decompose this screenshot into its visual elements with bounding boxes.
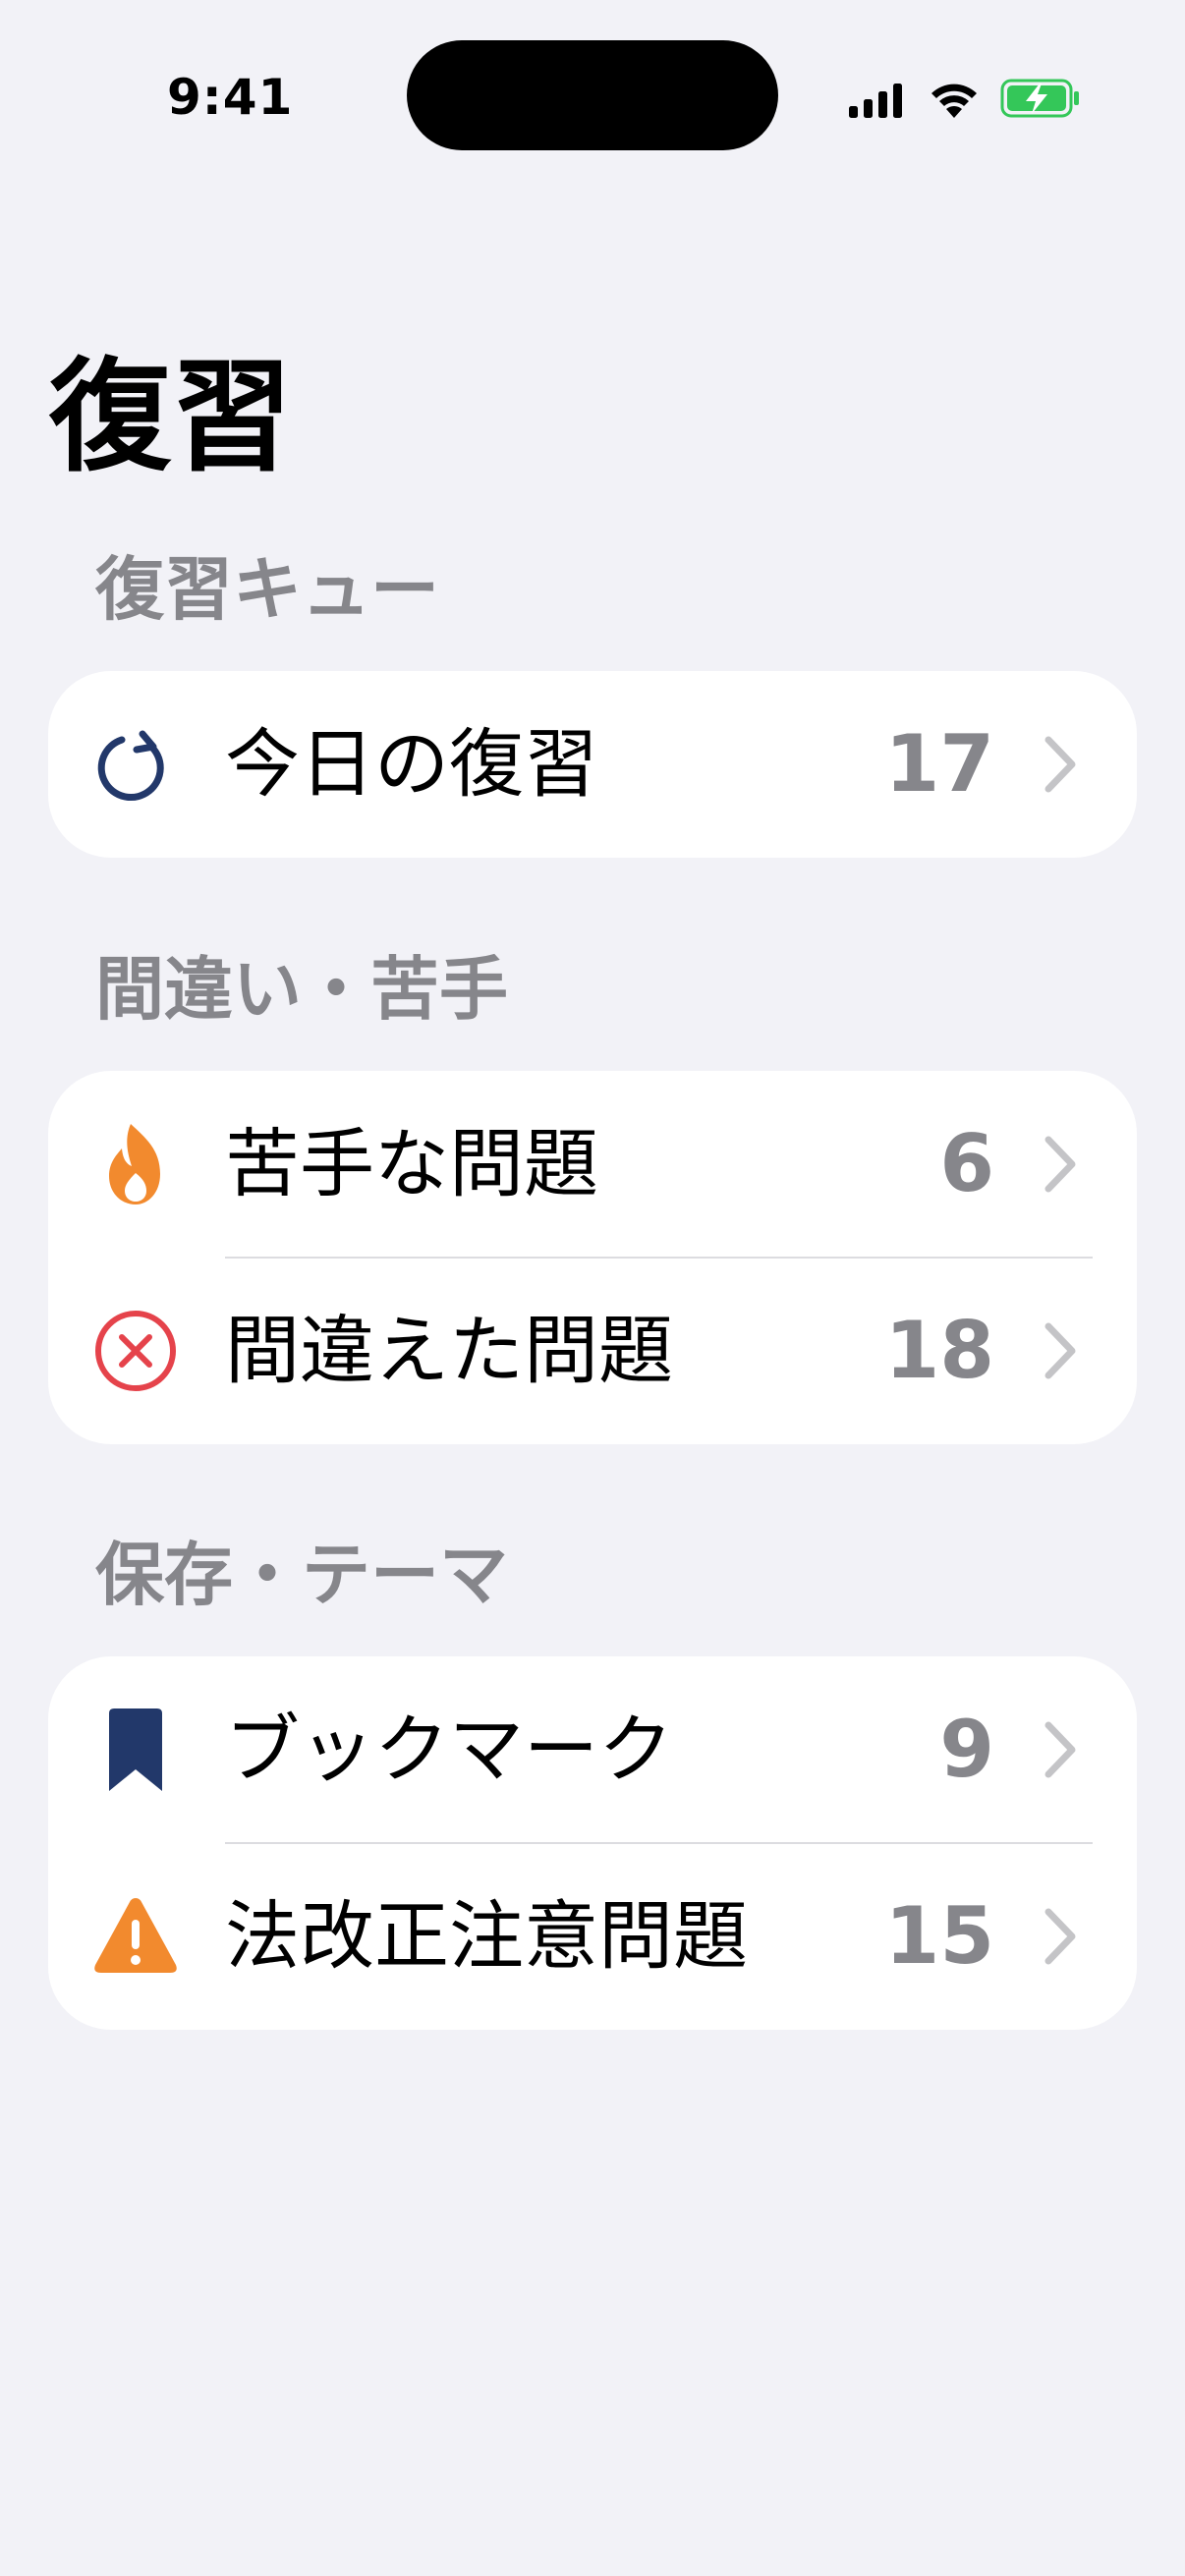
row-weak-questions[interactable]: 苦手な問題 6 — [48, 1071, 1137, 1258]
flame-icon — [109, 1124, 160, 1204]
chevron-right-icon — [1044, 736, 1076, 793]
row-label: 間違えた問題 — [225, 1307, 673, 1394]
refresh-icon — [97, 730, 164, 802]
battery-charging-icon — [1000, 79, 1079, 118]
bookmark-icon — [109, 1708, 162, 1791]
chevron-right-icon — [1044, 1908, 1076, 1965]
row-wrong-questions[interactable]: 間違えた問題 18 — [48, 1258, 1137, 1444]
wifi-icon — [931, 84, 977, 118]
row-count: 15 — [884, 1890, 994, 1982]
status-bar: 9:41 — [0, 0, 1185, 150]
row-count: 9 — [939, 1704, 994, 1795]
row-label: 今日の復習 — [225, 720, 598, 808]
x-circle-icon — [95, 1311, 176, 1391]
row-label: 苦手な問題 — [225, 1120, 598, 1207]
row-todays-review[interactable]: 今日の復習 17 — [48, 671, 1137, 858]
review-queue-card: 今日の復習 17 — [48, 671, 1137, 858]
chevron-right-icon — [1044, 1136, 1076, 1193]
row-label: ブックマーク — [225, 1706, 673, 1793]
section-header-mistakes: 間違い・苦手 — [95, 949, 508, 1030]
row-law-amendment[interactable]: 法改正注意問題 15 — [48, 1843, 1137, 2030]
row-count: 17 — [884, 718, 994, 810]
row-label: 法改正注意問題 — [225, 1892, 748, 1980]
chevron-right-icon — [1044, 1721, 1076, 1778]
section-header-saved-themes: 保存・テーマ — [95, 1535, 508, 1615]
mistakes-card: 苦手な問題 6 間違えた問題 18 — [48, 1071, 1137, 1444]
cellular-signal-icon — [849, 84, 902, 118]
row-count: 6 — [939, 1118, 994, 1209]
dynamic-island — [407, 40, 778, 150]
warning-icon — [94, 1898, 177, 1973]
row-count: 18 — [884, 1305, 994, 1396]
row-bookmarks[interactable]: ブックマーク 9 — [48, 1656, 1137, 1843]
chevron-right-icon — [1044, 1322, 1076, 1379]
page-title: 復習 — [49, 347, 294, 488]
status-time: 9:41 — [167, 69, 294, 126]
section-header-review-queue: 復習キュー — [95, 549, 439, 630]
saved-themes-card: ブックマーク 9 法改正注意問題 15 — [48, 1656, 1137, 2030]
